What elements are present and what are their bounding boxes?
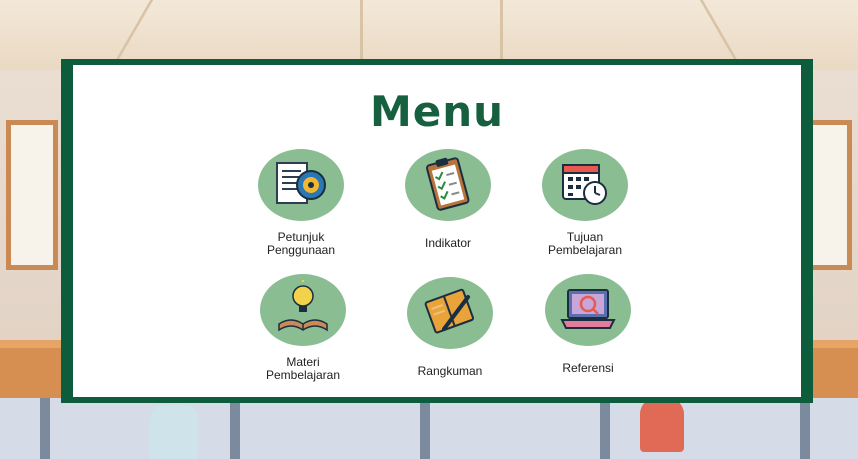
- menu-item-label: Petunjuk Penggunaan: [266, 230, 336, 257]
- calendar-clock-icon: [542, 149, 628, 221]
- page-title: Menu: [369, 87, 505, 136]
- notebook-pen-icon: [407, 277, 493, 349]
- menu-item-label: Rangkuman: [417, 364, 483, 378]
- menu-panel: Menu Petunjuk Penggunaan Indikator Tujua…: [73, 65, 801, 397]
- menu-item-materi-pembelajaran[interactable]: Materi Pembelajaran: [233, 274, 373, 382]
- menu-item-indikator[interactable]: Indikator: [378, 149, 518, 250]
- menu-item-rangkuman[interactable]: Rangkuman: [380, 277, 520, 378]
- manual-gear-icon: [258, 149, 344, 221]
- backpack-illustration: [150, 405, 198, 459]
- backpack-illustration: [640, 398, 684, 452]
- lightbulb-book-icon: [260, 274, 346, 346]
- menu-item-tujuan-pembelajaran[interactable]: Tujuan Pembelajaran: [515, 149, 655, 257]
- clipboard-checklist-icon: [405, 149, 491, 221]
- menu-item-petunjuk-penggunaan[interactable]: Petunjuk Penggunaan: [231, 149, 371, 257]
- menu-item-referensi[interactable]: Referensi: [518, 274, 658, 375]
- menu-item-label: Indikator: [424, 236, 472, 250]
- menu-item-label: Materi Pembelajaran: [265, 355, 341, 382]
- menu-item-label: Referensi: [562, 361, 614, 375]
- menu-board: Menu Petunjuk Penggunaan Indikator Tujua…: [61, 59, 813, 403]
- laptop-search-icon: [545, 274, 631, 346]
- menu-item-label: Tujuan Pembelajaran: [547, 230, 623, 257]
